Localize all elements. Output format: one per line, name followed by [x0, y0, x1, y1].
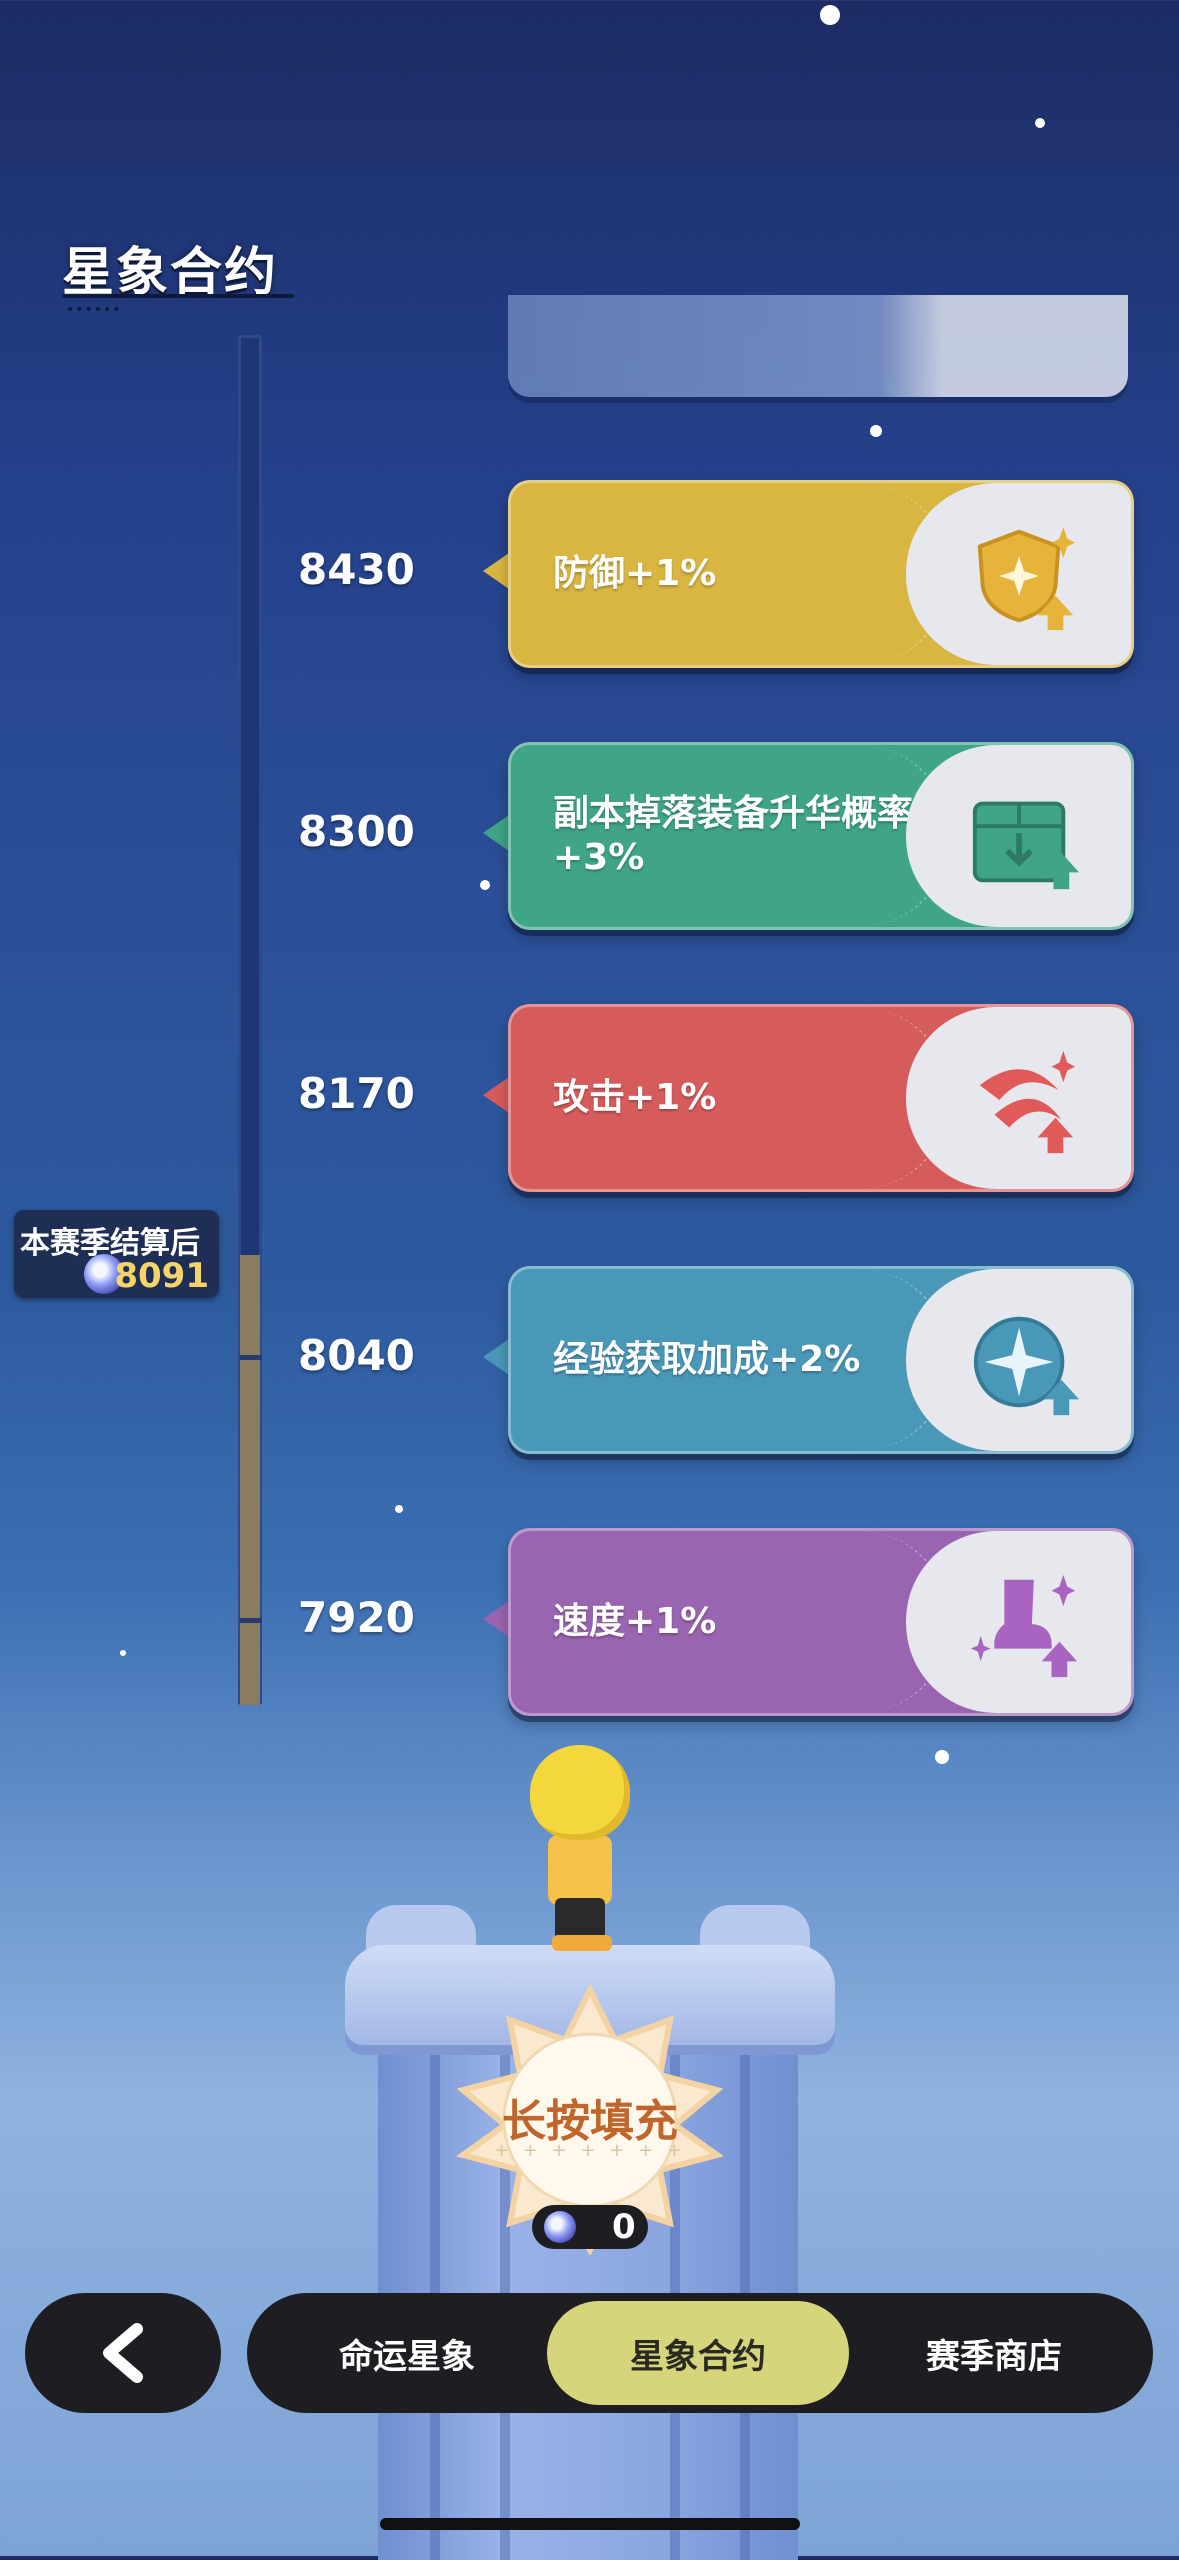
tier-level: 8430 — [298, 545, 415, 594]
card-pointer — [483, 1077, 509, 1113]
reward-card-defense[interactable]: 防御+1% — [508, 480, 1134, 668]
tab-star-contract[interactable]: 星象合约 — [547, 2301, 849, 2405]
reward-card-exp[interactable]: 经验获取加成+2% — [508, 1266, 1134, 1454]
boot-icon — [970, 1574, 1078, 1678]
tier-level: 8040 — [298, 1331, 415, 1380]
fill-button-decoration: + + + + + + + — [494, 2140, 686, 2161]
reward-text: 防御+1% — [553, 553, 717, 594]
star-decoration — [870, 425, 882, 437]
reward-text: 速度+1% — [553, 1601, 717, 1642]
reward-card-speed[interactable]: 速度+1% — [508, 1528, 1134, 1716]
card-pointer — [483, 815, 509, 851]
card-pointer — [483, 1601, 509, 1637]
fill-cost: 0 — [532, 2205, 648, 2249]
character-body — [548, 1835, 612, 1905]
reward-card-drop-rate[interactable]: 副本掉落装备升华概率+3% — [508, 742, 1134, 930]
home-indicator — [380, 2518, 800, 2530]
season-marker: 本赛季结算后 8091 — [14, 1210, 219, 1298]
card-pointer — [483, 1339, 509, 1375]
reward-text: 攻击+1% — [553, 1077, 717, 1118]
tab-bar: 命运星象 星象合约 赛季商店 — [247, 2293, 1153, 2413]
box-icon — [972, 801, 1080, 890]
reward-card-attack[interactable]: 攻击+1% — [508, 1004, 1134, 1192]
tier-level: 7920 — [298, 1593, 415, 1642]
progress-tick — [240, 1355, 262, 1360]
tab-season-shop[interactable]: 赛季商店 — [849, 2301, 1139, 2405]
card-pointer — [483, 553, 509, 589]
reward-card-partial[interactable] — [508, 295, 1128, 397]
character-feet — [552, 1935, 612, 1951]
reward-icon-panel — [906, 745, 1131, 927]
tier-level: 8300 — [298, 807, 415, 856]
marker-value: 8091 — [114, 1256, 209, 1296]
reward-icon-panel — [906, 1269, 1131, 1451]
character-head — [530, 1745, 630, 1840]
star-coin-icon — [544, 2211, 576, 2243]
progress-fill — [240, 1255, 260, 1705]
star-decoration — [120, 1650, 126, 1656]
shield-icon — [977, 526, 1076, 631]
fill-cost-value: 0 — [612, 2207, 636, 2247]
reward-text: 经验获取加成+2% — [553, 1339, 861, 1380]
chevron-left-icon — [103, 2323, 143, 2383]
reward-icon-panel — [906, 1007, 1131, 1189]
claw-icon — [979, 1050, 1076, 1154]
back-button[interactable] — [25, 2293, 221, 2413]
tab-fate-stars[interactable]: 命运星象 — [267, 2301, 547, 2405]
reward-icon-panel — [906, 483, 1131, 665]
star-decoration — [480, 880, 490, 890]
title-dots: •••••• — [66, 302, 122, 318]
star-decoration — [820, 5, 840, 25]
star-decoration — [395, 1505, 403, 1513]
star-decoration — [935, 1750, 949, 1764]
star-decoration — [1035, 118, 1045, 128]
title-underline — [62, 294, 294, 298]
tier-level: 8170 — [298, 1069, 415, 1118]
reward-text: 副本掉落装备升华概率+3% — [553, 793, 914, 878]
reward-icon-panel — [906, 1531, 1131, 1713]
progress-tick — [240, 1618, 262, 1623]
compass-icon — [973, 1316, 1080, 1416]
